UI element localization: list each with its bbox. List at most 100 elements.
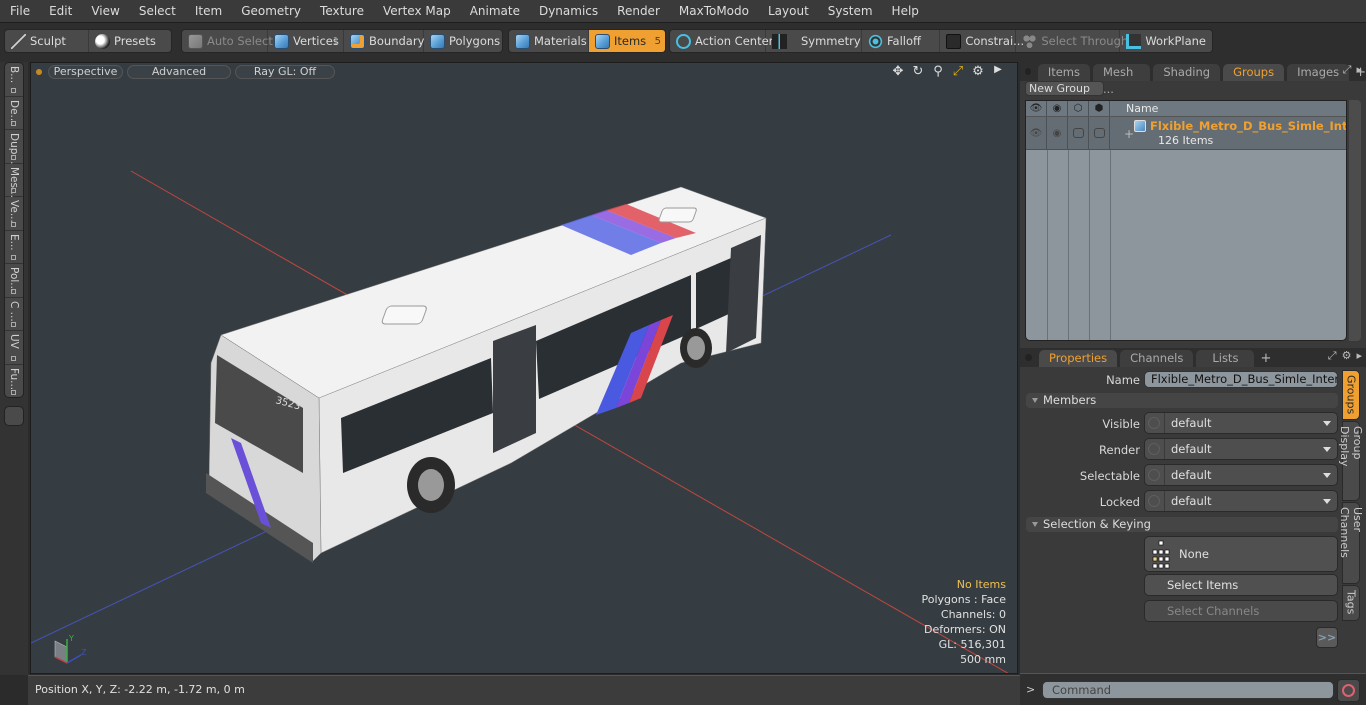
tab-shading[interactable]: Shading bbox=[1153, 64, 1221, 81]
left-tab-deform[interactable]: De... bbox=[5, 97, 23, 130]
locked-dropdown[interactable]: default bbox=[1144, 490, 1338, 512]
menu-help[interactable]: Help bbox=[882, 0, 928, 22]
menu-animate[interactable]: Animate bbox=[460, 0, 529, 22]
render-col-icon[interactable]: ◉ bbox=[1047, 101, 1068, 116]
constraints-button[interactable]: Constrai... bbox=[940, 30, 1024, 52]
select-through-button[interactable]: Select Through bbox=[1016, 30, 1128, 52]
side-tab-user-channels[interactable]: User Channels bbox=[1338, 502, 1364, 584]
left-tab-edge[interactable]: E... bbox=[5, 231, 23, 264]
left-tab-uv[interactable]: UV bbox=[5, 331, 23, 365]
render-dropdown[interactable]: default bbox=[1144, 438, 1338, 460]
selection-keying-section[interactable]: Selection & Keying bbox=[1026, 517, 1338, 532]
view-mode-button[interactable]: Perspective bbox=[48, 65, 123, 79]
side-tab-groups[interactable]: Groups bbox=[1342, 370, 1360, 420]
members-section[interactable]: Members bbox=[1026, 393, 1338, 408]
menu-layout[interactable]: Layout bbox=[758, 0, 818, 22]
tab-properties[interactable]: Properties bbox=[1039, 350, 1118, 367]
expand-arrow-icon[interactable]: ▶ bbox=[991, 64, 1005, 79]
symmetry-button[interactable]: Symmetry bbox=[766, 30, 862, 52]
menu-render[interactable]: Render bbox=[607, 0, 669, 22]
left-tab-polygon[interactable]: Pol... bbox=[5, 264, 23, 298]
items-button[interactable]: Items 5 bbox=[589, 30, 665, 52]
expand-icon[interactable]: + bbox=[1124, 127, 1134, 141]
materials-button[interactable]: Materials bbox=[509, 30, 589, 52]
menu-dynamics[interactable]: Dynamics bbox=[529, 0, 607, 22]
boundary-button[interactable]: Boundary bbox=[344, 30, 424, 52]
zoom-icon[interactable]: ⚲ bbox=[931, 64, 945, 79]
panel-arrow-icon[interactable]: ▸ bbox=[1356, 349, 1362, 363]
side-tab-tags[interactable]: Tags bbox=[1342, 585, 1360, 621]
rotate-icon[interactable]: ↻ bbox=[911, 64, 925, 79]
add-tab-icon[interactable]: + bbox=[1260, 350, 1271, 367]
shading-mode-button[interactable]: Advanced bbox=[127, 65, 231, 79]
row-lock-toggle[interactable] bbox=[1089, 117, 1110, 149]
menu-texture[interactable]: Texture bbox=[310, 0, 373, 22]
left-tab-duplicate[interactable]: Dup... bbox=[5, 130, 23, 164]
menu-system[interactable]: System bbox=[818, 0, 882, 22]
menu-vertex-map[interactable]: Vertex Map bbox=[373, 0, 460, 22]
tab-groups[interactable]: Groups bbox=[1223, 64, 1285, 81]
new-group-button[interactable]: New Group bbox=[1025, 81, 1104, 96]
name-column-header[interactable]: Name bbox=[1110, 101, 1158, 116]
tab-lists[interactable]: Lists bbox=[1196, 350, 1255, 367]
viewport-status-dot[interactable] bbox=[36, 69, 42, 75]
panel-menu-icon[interactable] bbox=[1025, 354, 1032, 361]
name-input[interactable]: Flxible_Metro_D_Bus_Simle_Interior (: bbox=[1144, 371, 1338, 388]
falloff-button[interactable]: Falloff bbox=[862, 30, 941, 52]
locked-radio[interactable] bbox=[1148, 495, 1160, 507]
tab-channels[interactable]: Channels bbox=[1120, 350, 1194, 367]
render-radio[interactable] bbox=[1148, 443, 1160, 455]
menu-item[interactable]: Item bbox=[185, 0, 231, 22]
selectable-radio[interactable] bbox=[1148, 469, 1160, 481]
raygl-button[interactable]: Ray GL: Off bbox=[235, 65, 335, 79]
row-select-toggle[interactable] bbox=[1068, 117, 1089, 149]
keying-hierarchy-button[interactable]: None bbox=[1144, 536, 1338, 572]
side-tab-group-display[interactable]: Group Display bbox=[1338, 421, 1364, 501]
sculpt-button[interactable]: Sculpt bbox=[5, 30, 89, 52]
left-tab-vertex[interactable]: Ve... bbox=[5, 197, 23, 231]
gear-icon[interactable]: ⚙ bbox=[1342, 349, 1352, 363]
selectable-dropdown[interactable]: default bbox=[1144, 464, 1338, 486]
tab-mesh[interactable]: Mesh ... bbox=[1093, 64, 1151, 96]
menu-view[interactable]: View bbox=[81, 0, 128, 22]
panel-menu-icon[interactable] bbox=[1025, 68, 1031, 75]
groups-list-scrollbar[interactable] bbox=[1349, 100, 1361, 341]
menu-maxtomodo[interactable]: MaxToModo bbox=[669, 0, 758, 22]
record-macro-button[interactable] bbox=[1337, 679, 1360, 702]
menu-geometry[interactable]: Geometry bbox=[231, 0, 310, 22]
3d-viewport[interactable]: 3523 Perspective Advanced Ray GL: Off ✥ … bbox=[30, 62, 1018, 674]
left-tab-mesh-edit[interactable]: Mes... bbox=[5, 164, 23, 198]
visibility-col-icon[interactable]: 👁 bbox=[1026, 101, 1047, 116]
lock-col-icon[interactable]: ⬢ bbox=[1089, 101, 1110, 116]
expand-panel-icon[interactable]: ⤢ bbox=[1343, 63, 1352, 77]
action-center-button[interactable]: Action Center bbox=[670, 30, 773, 52]
presets-button[interactable]: Presets bbox=[89, 30, 162, 52]
pan-icon[interactable]: ✥ bbox=[891, 64, 905, 79]
row-visibility-icon[interactable]: 👁 bbox=[1026, 117, 1047, 149]
tab-images[interactable]: Images bbox=[1287, 64, 1350, 81]
polygons-button[interactable]: Polygons bbox=[424, 30, 502, 52]
auto-select-button[interactable]: Auto Select bbox=[182, 30, 273, 52]
gear-icon[interactable]: ⚙ bbox=[971, 64, 985, 79]
tab-items[interactable]: Items bbox=[1037, 64, 1090, 81]
workplane-button[interactable]: WorkPlane bbox=[1120, 30, 1212, 52]
left-tab-extra[interactable] bbox=[4, 406, 24, 426]
menu-select[interactable]: Select bbox=[129, 0, 185, 22]
left-tab-fusion[interactable]: Fu... bbox=[5, 365, 23, 398]
vertices-button[interactable]: Vertices 1 bbox=[268, 30, 344, 52]
left-tab-basic[interactable]: B... bbox=[5, 63, 23, 97]
select-channels-button[interactable]: Select Channels bbox=[1144, 600, 1338, 622]
row-render-icon[interactable]: ◉ bbox=[1047, 117, 1068, 149]
select-items-button[interactable]: Select Items bbox=[1144, 574, 1338, 596]
command-input[interactable]: Command bbox=[1042, 681, 1334, 699]
select-col-icon[interactable]: ⬡ bbox=[1068, 101, 1089, 116]
visible-dropdown[interactable]: default bbox=[1144, 412, 1338, 434]
maximize-icon[interactable]: ⤢ bbox=[951, 64, 965, 79]
visible-radio[interactable] bbox=[1148, 417, 1160, 429]
menu-edit[interactable]: Edit bbox=[39, 0, 81, 22]
group-row[interactable]: 👁 ◉ + Flxible_Metro_D_Bus_Simle_Int... 1… bbox=[1026, 117, 1346, 150]
panel-arrow-icon[interactable]: ▸ bbox=[1356, 63, 1362, 77]
more-button[interactable]: >> bbox=[1316, 627, 1338, 648]
menu-file[interactable]: File bbox=[0, 0, 39, 22]
left-tab-curve[interactable]: C ... bbox=[5, 298, 23, 331]
